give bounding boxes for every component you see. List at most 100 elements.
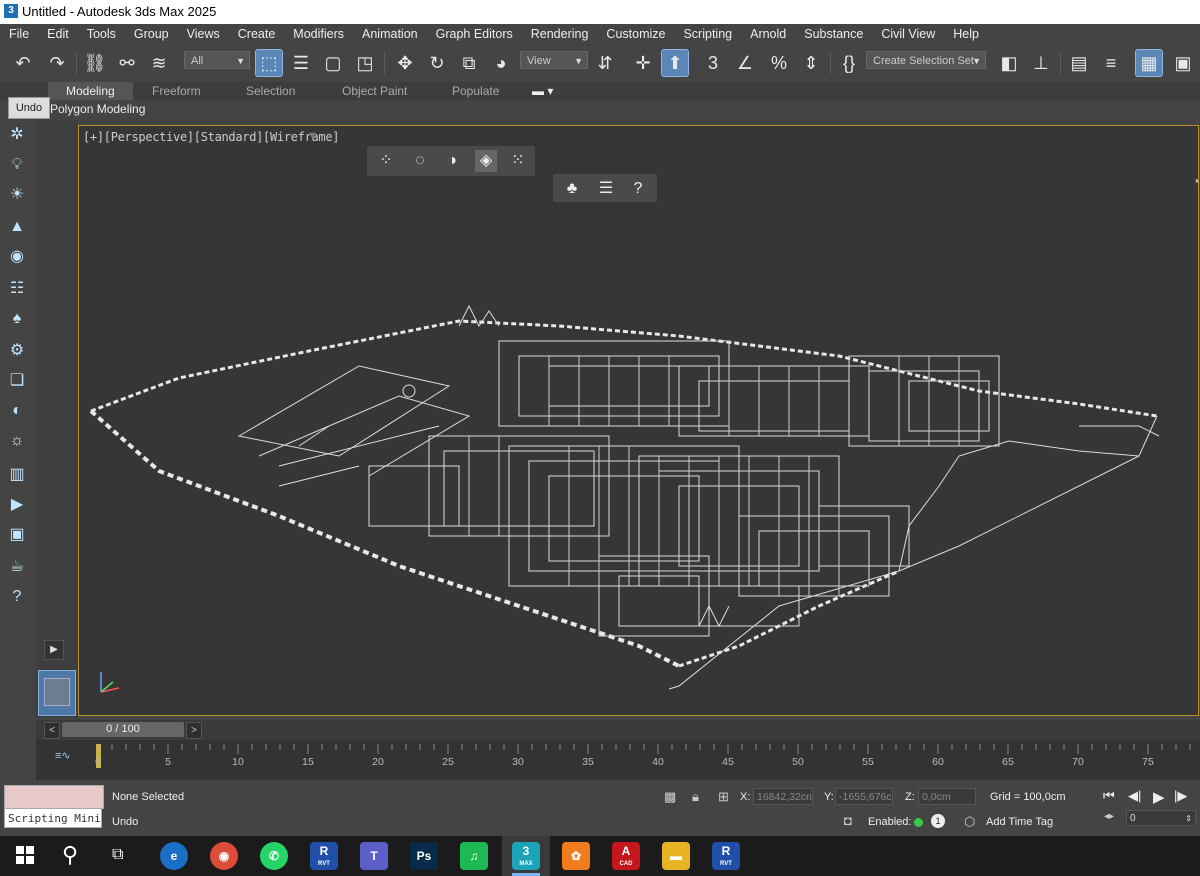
expand-layout-icon[interactable]: ▶ xyxy=(44,640,64,660)
named-selection-dropdown[interactable]: Create Selection Set ▼ xyxy=(866,51,986,69)
menu-create[interactable]: Create xyxy=(229,27,285,41)
explorer-app-icon[interactable]: ▬ xyxy=(662,842,690,870)
spinner-icon[interactable]: ⇕ xyxy=(1185,811,1192,827)
menu-civil-view[interactable]: Civil View xyxy=(872,27,944,41)
align-icon[interactable]: ⊥ xyxy=(1028,50,1054,76)
lock-icon[interactable]: 🔒︎ xyxy=(692,789,699,805)
photoshop-app-icon[interactable]: Ps xyxy=(410,842,438,870)
tree-icon[interactable]: ▲ xyxy=(6,216,28,238)
maxscript-mini-input[interactable]: Scripting Mini xyxy=(4,808,102,828)
3dsmax-app-icon[interactable]: 3 MAX xyxy=(512,842,540,870)
enabled-count[interactable]: 1 xyxy=(931,814,945,828)
menu-views[interactable]: Views xyxy=(178,27,229,41)
revit-app-2-icon[interactable]: R RVT xyxy=(712,842,740,870)
ribbon-options-icon[interactable]: ▬ ▾ xyxy=(532,82,553,100)
help-icon[interactable]: ? xyxy=(6,586,28,608)
tab-populate[interactable]: Populate xyxy=(452,82,499,100)
menu-animation[interactable]: Animation xyxy=(353,27,427,41)
next-key-icon[interactable]: |▶︎ xyxy=(1174,788,1187,804)
panel-icon[interactable]: ▥ xyxy=(6,464,28,486)
adaptive-degradation-icon[interactable]: ◘ xyxy=(844,813,852,828)
play-icon[interactable]: ▶ xyxy=(1153,788,1165,806)
menu-modifiers[interactable]: Modifiers xyxy=(284,27,353,41)
place-icon[interactable]: ◕ xyxy=(488,50,514,76)
previous-key-icon[interactable]: ◀︎| xyxy=(1128,788,1141,804)
selection-filter-dropdown[interactable]: All ▼ xyxy=(184,51,250,69)
scale-icon[interactable]: ⧉ xyxy=(456,50,482,76)
menu-graph-editors[interactable]: Graph Editors xyxy=(427,27,522,41)
list-icon[interactable]: ☷ xyxy=(6,278,28,300)
polygon-modeling-panel[interactable]: Polygon Modeling xyxy=(50,102,145,116)
light-icon[interactable]: 💡︎ xyxy=(6,154,28,176)
menu-tools[interactable]: Tools xyxy=(78,27,125,41)
ribbon-toggle-icon[interactable]: ▦ xyxy=(1135,49,1163,77)
move-icon[interactable]: ✥ xyxy=(392,50,418,76)
whatsapp-icon[interactable]: ✆ xyxy=(260,842,288,870)
bind-space-warp-icon[interactable]: ≋ xyxy=(146,50,172,76)
isolate-selection-icon[interactable]: ▩ xyxy=(664,789,676,805)
current-frame-field[interactable]: 0 ⇕ xyxy=(1126,810,1196,826)
menu-edit[interactable]: Edit xyxy=(38,27,78,41)
perspective-viewport[interactable]: [+][Perspective][Standard][Wireframe] ▼ … xyxy=(78,125,1199,716)
pivot-center-icon[interactable]: ⇵ xyxy=(592,50,618,76)
edit-named-selection-icon[interactable]: {} xyxy=(836,50,862,76)
menu-group[interactable]: Group xyxy=(125,27,178,41)
tab-selection[interactable]: Selection xyxy=(246,82,295,100)
add-time-tag-button[interactable]: Add Time Tag xyxy=(986,816,1053,828)
absolute-mode-icon[interactable]: ⊞ xyxy=(718,789,729,805)
menu-substance[interactable]: Substance xyxy=(795,27,872,41)
next-frame-button[interactable]: > xyxy=(186,722,202,739)
menu-customize[interactable]: Customize xyxy=(597,27,674,41)
key-mode-icon[interactable]: ◂▸ xyxy=(1104,811,1114,822)
tab-freeform[interactable]: Freeform xyxy=(152,82,201,100)
reference-coordinate-dropdown[interactable]: View ▼ xyxy=(520,51,588,69)
enabled-indicator[interactable] xyxy=(914,818,923,827)
layers-icon[interactable]: ❏ xyxy=(6,370,28,392)
undo-icon[interactable]: ↶ xyxy=(10,50,36,76)
y-coordinate-field[interactable]: -1655,676c xyxy=(835,788,893,805)
tab-modeling[interactable]: Modeling xyxy=(48,82,133,100)
revit-app-1-icon[interactable]: R RVT xyxy=(310,842,338,870)
menu-rendering[interactable]: Rendering xyxy=(522,27,598,41)
spotify-app-icon[interactable]: ♫ xyxy=(460,842,488,870)
autocad-app-icon[interactable]: A CAD xyxy=(612,842,640,870)
layer-explorer-icon[interactable]: ≡ xyxy=(1098,50,1124,76)
sun-icon[interactable]: ☀ xyxy=(6,184,28,206)
angle-snap-icon[interactable]: ∠ xyxy=(732,50,758,76)
task-view-icon[interactable]: ⧉ xyxy=(112,846,123,864)
viewport-layout-thumbnail[interactable] xyxy=(38,670,76,716)
menu-file[interactable]: File xyxy=(0,27,38,41)
mini-curve-editor-icon[interactable]: ≡∿ xyxy=(55,749,71,762)
curve-editor-icon[interactable]: ▣ xyxy=(1170,50,1196,76)
link-icon[interactable]: ⛓ xyxy=(82,50,108,76)
snaps-toggle-icon[interactable]: 3 xyxy=(700,50,726,76)
palette-icon[interactable]: ◐ xyxy=(6,400,28,422)
scene-explorer-icon[interactable]: ▤ xyxy=(1066,50,1092,76)
time-slider-thumb[interactable]: 0 / 100 xyxy=(62,722,184,737)
unlink-icon[interactable]: ⚯ xyxy=(114,50,140,76)
windows-start-icon[interactable] xyxy=(16,846,34,864)
mirror-icon[interactable]: ◧ xyxy=(996,50,1022,76)
select-manipulate-icon[interactable]: ✛ xyxy=(630,50,656,76)
spinner-snap-icon[interactable]: ⇕ xyxy=(798,50,824,76)
paint-app-icon[interactable]: ✿ xyxy=(562,842,590,870)
select-by-name-icon[interactable]: ☰ xyxy=(288,50,314,76)
edge-browser-icon[interactable]: e xyxy=(160,842,188,870)
chrome-browser-icon[interactable]: ◉ xyxy=(210,842,238,870)
menu-scripting[interactable]: Scripting xyxy=(674,27,741,41)
track-bar[interactable] xyxy=(36,740,1200,780)
window-crossing-icon[interactable]: ◳ xyxy=(352,50,378,76)
teams-app-icon[interactable]: T xyxy=(360,842,388,870)
go-to-start-icon[interactable]: ⏮ xyxy=(1103,788,1115,804)
x-coordinate-field[interactable]: 16842,32cn xyxy=(753,788,813,805)
previous-frame-button[interactable]: < xyxy=(44,722,60,739)
menu-help[interactable]: Help xyxy=(944,27,988,41)
lightbulb-icon[interactable]: ☼ xyxy=(6,430,28,452)
grid-panel-icon[interactable]: ▣ xyxy=(6,524,28,546)
camera-icon[interactable]: ◉ xyxy=(6,246,28,268)
keyboard-shortcut-override-icon[interactable]: ⬆ xyxy=(661,49,689,77)
select-object-icon[interactable]: ⬚ xyxy=(255,49,283,77)
rectangular-selection-icon[interactable]: ▢ xyxy=(320,50,346,76)
z-coordinate-field[interactable]: 0,0cm xyxy=(918,788,976,805)
create-icon[interactable]: ✲ xyxy=(6,124,28,146)
